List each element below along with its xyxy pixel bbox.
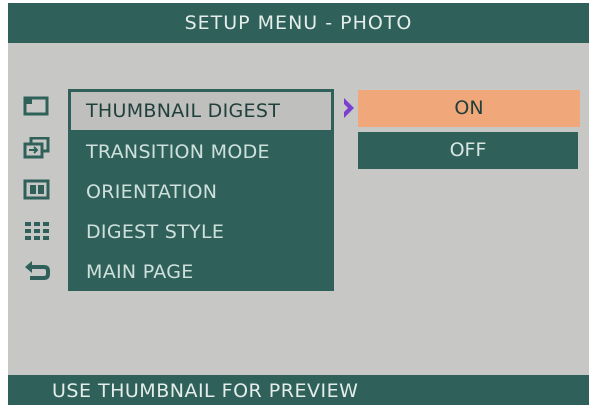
menu-item-label: ORIENTATION — [86, 181, 218, 203]
menu-item-digest-style[interactable]: DIGEST STYLE — [68, 213, 334, 251]
status-hint: USE THUMBNAIL FOR PREVIEW — [8, 375, 589, 405]
menu-item-transition-mode[interactable]: TRANSITION MODE — [68, 133, 334, 171]
option-on[interactable]: ON — [358, 90, 580, 127]
transition-icon — [22, 137, 52, 159]
orientation-icon — [22, 179, 52, 201]
setup-menu-screen: SETUP MENU - PHOTO THUMBNAIL DIGEST TRAN… — [8, 3, 589, 405]
menu-item-label: THUMBNAIL DIGEST — [86, 100, 281, 122]
menu-item-label: DIGEST STYLE — [86, 221, 225, 243]
setup-menu-list: THUMBNAIL DIGEST TRANSITION MODE ORIENTA… — [68, 89, 334, 291]
menu-item-label: MAIN PAGE — [86, 261, 194, 283]
chevron-right-icon — [342, 97, 356, 119]
grid-icon — [22, 220, 52, 242]
option-off[interactable]: OFF — [358, 132, 578, 169]
menu-item-main-page[interactable]: MAIN PAGE — [68, 253, 334, 291]
menu-item-thumbnail-digest[interactable]: THUMBNAIL DIGEST — [71, 92, 331, 130]
menu-item-label: TRANSITION MODE — [86, 141, 270, 163]
thumbnail-icon — [22, 95, 52, 117]
return-icon — [22, 260, 52, 282]
page-title: SETUP MENU - PHOTO — [8, 3, 589, 43]
menu-item-orientation[interactable]: ORIENTATION — [68, 173, 334, 211]
